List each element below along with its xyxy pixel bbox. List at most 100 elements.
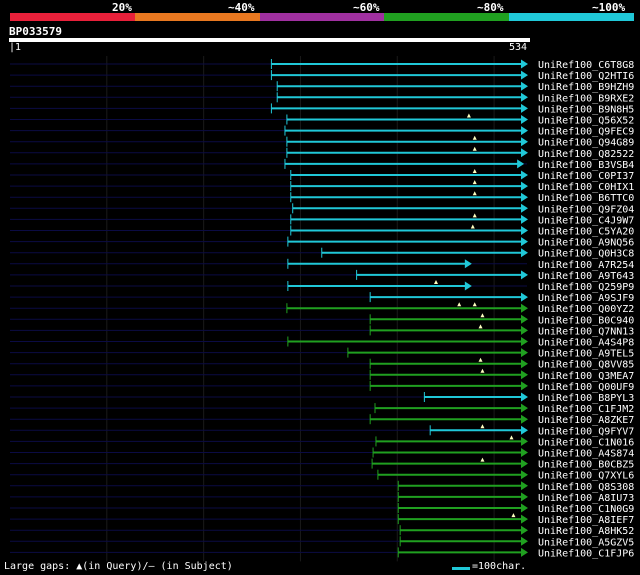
hit-row[interactable]: UniRef100_B9N8H5: [10, 103, 634, 115]
hit-row[interactable]: UniRef100_A4S874: [10, 447, 634, 460]
hit-arrow-head: [521, 92, 528, 102]
hit-row[interactable]: UniRef100_Q82522: [10, 146, 634, 160]
hit-row[interactable]: UniRef100_A8IU73: [10, 491, 634, 504]
hit-label[interactable]: UniRef100_A8IU73: [538, 493, 634, 504]
hit-row[interactable]: UniRef100_C0PI37: [10, 169, 634, 182]
hit-row[interactable]: UniRef100_A7R254: [10, 258, 634, 271]
hit-row[interactable]: UniRef100_B6TTC0: [10, 191, 634, 204]
hit-row[interactable]: UniRef100_A8IEF7: [10, 513, 634, 526]
hit-row[interactable]: UniRef100_B9HZH9: [10, 81, 634, 93]
hit-label[interactable]: UniRef100_A8IEF7: [538, 515, 634, 526]
hit-label[interactable]: UniRef100_Q56X52: [538, 116, 634, 127]
hit-arrow-head: [521, 359, 528, 369]
hit-row[interactable]: UniRef100_C1FJP6: [10, 547, 634, 559]
hit-label[interactable]: UniRef100_Q94G89: [538, 138, 634, 149]
hit-label[interactable]: UniRef100_C5YA20: [538, 227, 634, 238]
hit-row[interactable]: UniRef100_Q9FZ04: [10, 203, 634, 215]
hit-label[interactable]: UniRef100_B3VSB4: [538, 160, 634, 171]
hit-row[interactable]: UniRef100_Q56X52: [10, 113, 634, 127]
hit-label[interactable]: UniRef100_A7R254: [538, 260, 634, 271]
hit-row[interactable]: UniRef100_C6T8G8: [10, 59, 634, 71]
hit-row[interactable]: UniRef100_Q9FEC9: [10, 125, 634, 138]
hit-row[interactable]: UniRef100_C1FJM2: [10, 403, 634, 415]
hit-row[interactable]: UniRef100_Q00YZ2: [10, 302, 634, 315]
hit-label[interactable]: UniRef100_C0HIX1: [538, 182, 634, 193]
hit-label[interactable]: UniRef100_C6T8G8: [538, 60, 634, 71]
hit-row[interactable]: UniRef100_B0CBZ5: [10, 457, 634, 471]
hit-row[interactable]: UniRef100_Q7XYL6: [10, 469, 634, 482]
hit-label[interactable]: UniRef100_Q9FZ04: [538, 204, 634, 215]
hit-row[interactable]: UniRef100_B0C940: [10, 313, 634, 326]
hit-label[interactable]: UniRef100_A5GZV5: [538, 537, 634, 548]
hit-label[interactable]: UniRef100_A9TEL5: [538, 349, 634, 360]
hit-label[interactable]: UniRef100_A9NQ56: [538, 238, 634, 249]
hit-label[interactable]: UniRef100_Q00YZ2: [538, 304, 634, 315]
hit-row[interactable]: UniRef100_B3VSB4: [10, 158, 634, 171]
hit-label[interactable]: UniRef100_A8HK52: [538, 526, 634, 537]
query-gap-marker: [472, 169, 477, 173]
hit-label[interactable]: UniRef100_Q9FYV7: [538, 426, 634, 437]
hit-row[interactable]: UniRef100_Q2HTI6: [10, 70, 634, 82]
hit-row[interactable]: UniRef100_Q0H3C8: [10, 247, 634, 260]
hit-label[interactable]: UniRef100_Q3MEA7: [538, 371, 634, 382]
hit-label[interactable]: UniRef100_B6TTC0: [538, 193, 634, 204]
hit-row[interactable]: UniRef100_Q00UF9: [10, 380, 634, 393]
hit-label[interactable]: UniRef100_Q82522: [538, 149, 634, 160]
hit-label[interactable]: UniRef100_A8ZKE7: [538, 415, 634, 426]
hit-row[interactable]: UniRef100_Q8S308: [10, 480, 634, 493]
hit-label[interactable]: UniRef100_Q7XYL6: [538, 471, 634, 482]
hit-label[interactable]: UniRef100_Q9FEC9: [538, 127, 634, 138]
hit-row[interactable]: UniRef100_Q8VV85: [10, 357, 634, 371]
hit-label[interactable]: UniRef100_B8PYL3: [538, 393, 634, 404]
hit-row[interactable]: UniRef100_C4J9W7: [10, 213, 634, 226]
hit-label[interactable]: UniRef100_B0CBZ5: [538, 460, 634, 471]
hit-label[interactable]: UniRef100_B9N8H5: [538, 104, 634, 115]
hit-label[interactable]: UniRef100_C1N0G9: [538, 504, 634, 515]
hit-arrow-head: [521, 237, 528, 247]
hit-label[interactable]: UniRef100_C0PI37: [538, 171, 634, 182]
hit-row[interactable]: UniRef100_C0HIX1: [10, 180, 634, 193]
hit-arrow-head: [521, 370, 528, 380]
hit-label[interactable]: UniRef100_C1N016: [538, 437, 634, 448]
hit-label[interactable]: UniRef100_B9RXE2: [538, 93, 634, 104]
hit-label[interactable]: UniRef100_B9HZH9: [538, 82, 634, 93]
hit-arrow-head: [464, 281, 472, 291]
hit-label[interactable]: UniRef100_A4S4P8: [538, 338, 634, 349]
hit-label[interactable]: UniRef100_Q259P9: [538, 282, 634, 293]
hit-row[interactable]: UniRef100_A9NQ56: [10, 236, 634, 249]
hit-label[interactable]: UniRef100_A4S874: [538, 449, 634, 460]
hit-label[interactable]: UniRef100_C4J9W7: [538, 215, 634, 226]
hit-row[interactable]: UniRef100_Q3MEA7: [10, 368, 634, 382]
hit-row[interactable]: UniRef100_A5GZV5: [10, 536, 634, 548]
query-gap-marker: [466, 113, 471, 118]
hit-label[interactable]: UniRef100_Q00UF9: [538, 382, 634, 393]
hit-row[interactable]: UniRef100_A9T643: [10, 269, 634, 282]
hit-row[interactable]: UniRef100_Q9FYV7: [10, 424, 634, 437]
hit-arrow-head: [521, 414, 528, 424]
hit-label[interactable]: UniRef100_B0C940: [538, 315, 634, 326]
hit-label[interactable]: UniRef100_Q2HTI6: [538, 71, 634, 82]
hit-row[interactable]: UniRef100_C1N0G9: [10, 503, 634, 515]
hit-row[interactable]: UniRef100_A8HK52: [10, 525, 634, 537]
hit-row[interactable]: UniRef100_B8PYL3: [10, 392, 634, 404]
query-gap-marker: [457, 302, 462, 307]
hit-row[interactable]: UniRef100_Q7NN13: [10, 324, 634, 337]
hit-row[interactable]: UniRef100_B9RXE2: [10, 92, 634, 104]
hit-label[interactable]: UniRef100_C1FJM2: [538, 404, 634, 415]
hit-row[interactable]: UniRef100_C5YA20: [10, 224, 634, 238]
hit-label[interactable]: UniRef100_Q8S308: [538, 482, 634, 493]
hit-label[interactable]: UniRef100_Q7NN13: [538, 326, 634, 337]
hit-label[interactable]: UniRef100_Q0H3C8: [538, 249, 634, 260]
hit-row[interactable]: UniRef100_C1N016: [10, 435, 634, 448]
hit-row[interactable]: UniRef100_A9SJF9: [10, 292, 634, 304]
hit-row[interactable]: UniRef100_A8ZKE7: [10, 414, 634, 426]
hit-arrow-head: [521, 525, 528, 535]
hit-label[interactable]: UniRef100_A9T643: [538, 271, 634, 282]
hit-label[interactable]: UniRef100_A9SJF9: [538, 293, 634, 304]
hit-label[interactable]: UniRef100_C1FJP6: [538, 548, 634, 559]
hit-row[interactable]: UniRef100_A4S4P8: [10, 336, 634, 349]
hit-row[interactable]: UniRef100_Q259P9: [10, 280, 634, 293]
hit-row[interactable]: UniRef100_A9TEL5: [10, 347, 634, 360]
hit-row[interactable]: UniRef100_Q94G89: [10, 135, 634, 149]
hit-label[interactable]: UniRef100_Q8VV85: [538, 360, 634, 371]
